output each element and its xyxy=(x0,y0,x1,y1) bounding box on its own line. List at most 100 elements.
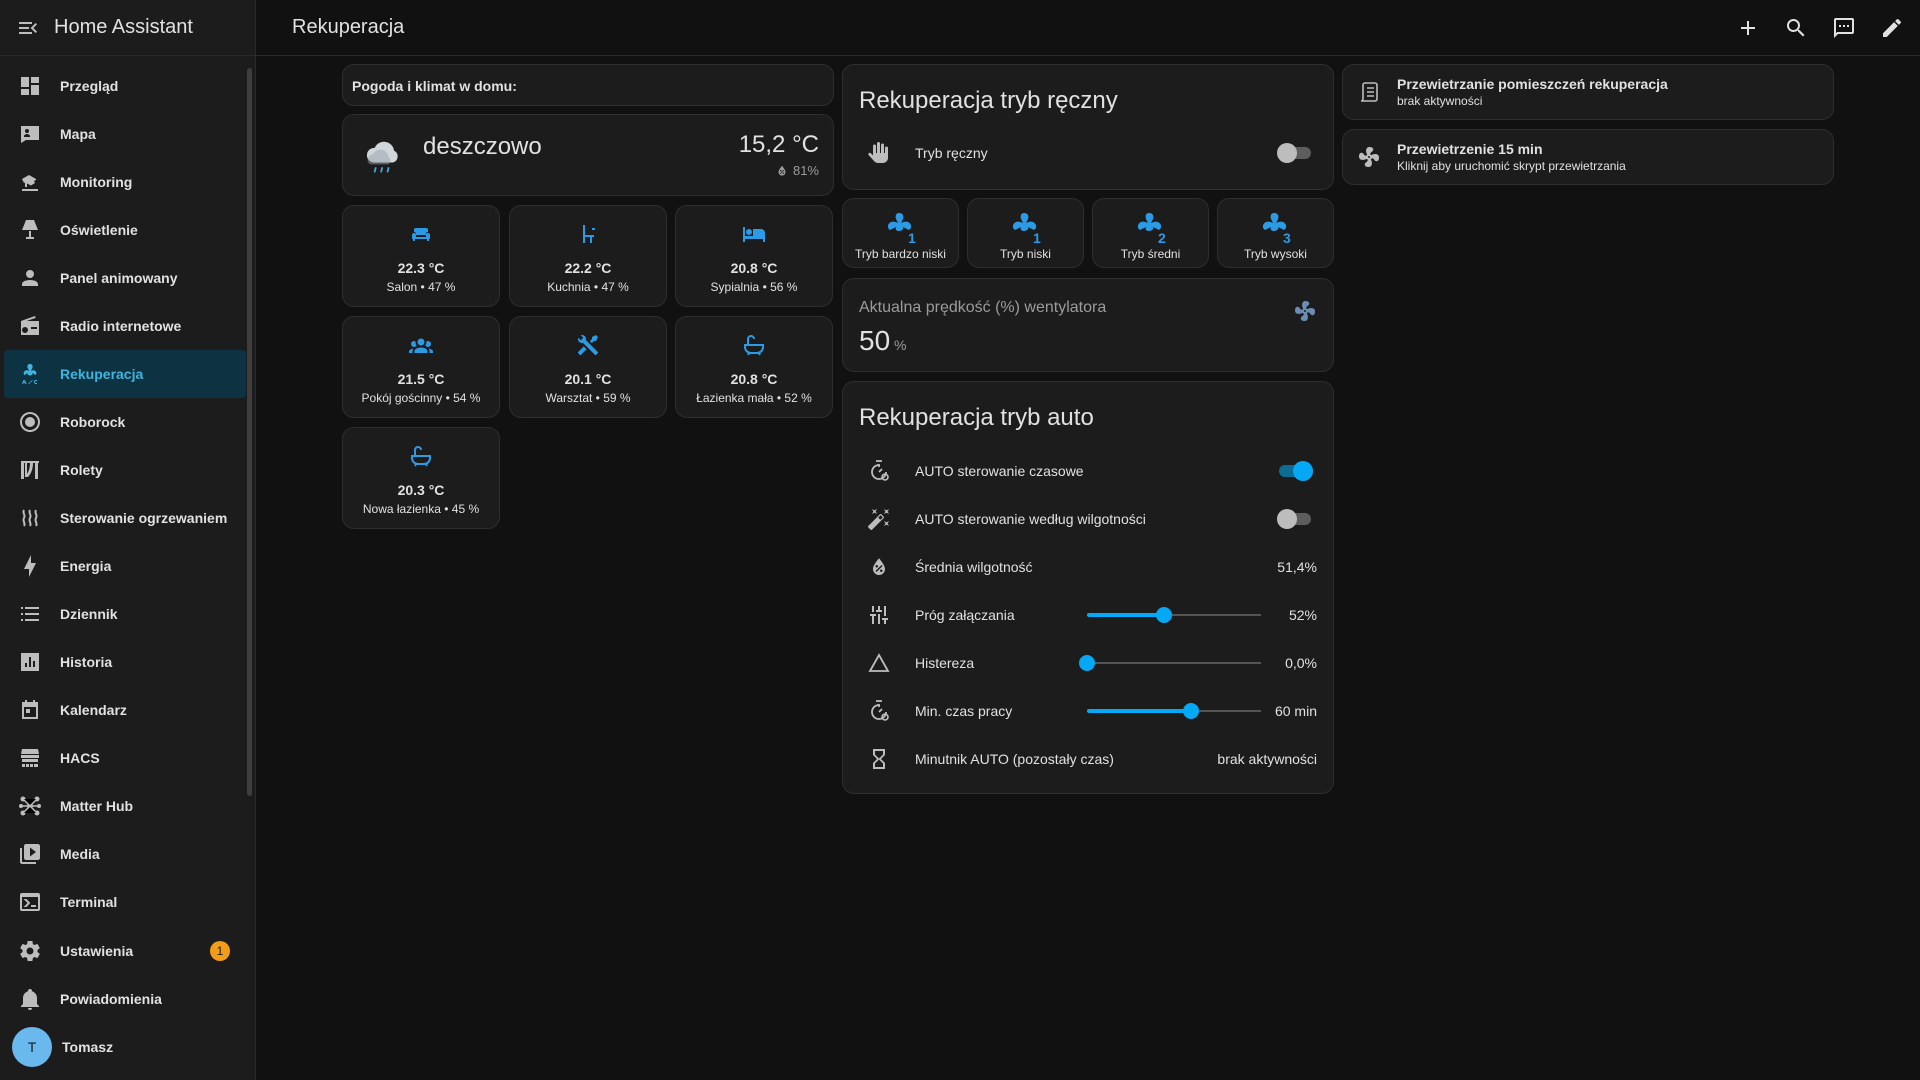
sidebar-item-przeglad[interactable]: Przegląd xyxy=(4,62,246,110)
sidebar-item-label: Oświetlenie xyxy=(60,222,138,238)
map-icon xyxy=(21,126,39,143)
auto-humidity-toggle[interactable] xyxy=(1277,509,1313,529)
sidebar-item-kalendarz[interactable]: Kalendarz xyxy=(4,686,246,734)
water-percent-icon xyxy=(778,165,786,176)
sidebar-item-dziennik[interactable]: Dziennik xyxy=(4,590,246,638)
room-temperature: 20.3 °C xyxy=(397,482,445,498)
threshold-value: 52% xyxy=(1288,607,1317,623)
sidebar-item-ogrzewanie[interactable]: Sterowanie ogrzewaniem xyxy=(4,494,246,542)
room-temperature: 20.8 °C xyxy=(730,371,778,387)
room-temperature: 20.8 °C xyxy=(730,260,778,276)
room-card-lazienka-mala[interactable]: 20.8 °C Łazienka mała • 52 % xyxy=(675,316,833,418)
sidebar-scrollbar[interactable] xyxy=(247,68,252,796)
sidebar-item-label: Radio internetowe xyxy=(60,318,182,334)
room-card-warsztat[interactable]: 20.1 °C Warsztat • 59 % xyxy=(509,316,667,418)
fan-speed-unit: % xyxy=(894,337,907,353)
sidebar-item-radio[interactable]: Radio internetowe xyxy=(4,302,246,350)
sidebar-item-rekuperacja[interactable]: Rekuperacja xyxy=(4,350,246,398)
sidebar-item-panel-animowany[interactable]: Panel animowany xyxy=(4,254,246,302)
mode-very-low-button[interactable]: 1 Tryb bardzo niski xyxy=(842,198,959,268)
sidebar-item-mapa[interactable]: Mapa xyxy=(4,110,246,158)
terminal-icon xyxy=(20,893,40,911)
plus-icon[interactable] xyxy=(1736,16,1760,40)
script-list-icon xyxy=(1360,82,1378,102)
auto-time-label: AUTO sterowanie czasowe xyxy=(915,463,1084,479)
sidebar-item-energia[interactable]: Energia xyxy=(4,542,246,590)
fan-speed-value: 50 xyxy=(859,325,891,356)
sidebar-item-label: Rekuperacja xyxy=(60,366,144,382)
sidebar: Home Assistant Przegląd Mapa Monitoring … xyxy=(0,0,256,1080)
room-label: Salon • 47 % xyxy=(386,280,456,294)
avg-humidity-row[interactable]: Średnia wilgotność 51,4% xyxy=(859,547,1317,587)
sidebar-item-label: Tomasz xyxy=(62,1039,114,1055)
room-card-sypialnia[interactable]: 20.8 °C Sypialnia • 56 % xyxy=(675,205,833,307)
lamp-icon xyxy=(22,220,38,239)
weather-humidity: 81% xyxy=(792,163,819,178)
sidebar-item-rolety[interactable]: Rolety xyxy=(4,446,246,494)
room-label: Sypialnia • 56 % xyxy=(710,280,798,294)
auto-humidity-row: AUTO sterowanie według wilgotności xyxy=(859,499,1317,539)
timer-row[interactable]: Minutnik AUTO (pozostały czas) brak akty… xyxy=(859,739,1317,779)
room-card-salon[interactable]: 22.3 °C Salon • 47 % xyxy=(342,205,500,307)
weather-header: Pogoda i klimat w domu: xyxy=(352,78,517,94)
min-time-slider[interactable] xyxy=(1087,701,1261,721)
room-card-kuchnia[interactable]: 22.2 °C Kuchnia • 47 % xyxy=(509,205,667,307)
menu-open-icon[interactable] xyxy=(16,16,40,40)
sidebar-item-historia[interactable]: Historia xyxy=(4,638,246,686)
mode-low-button[interactable]: 1 Tryb niski xyxy=(967,198,1084,268)
sidebar-item-ustawienia[interactable]: Ustawienia 1 xyxy=(4,927,246,975)
threshold-slider[interactable] xyxy=(1087,605,1261,625)
manual-mode-toggle[interactable] xyxy=(1277,143,1313,163)
pencil-icon[interactable] xyxy=(1880,16,1904,40)
script-card-ventilation[interactable]: Przewietrzanie pomieszczeń rekuperacja b… xyxy=(1342,64,1834,120)
triangle-outline-icon xyxy=(868,653,890,672)
auto-time-toggle[interactable] xyxy=(1277,461,1313,481)
auto-mode-card: Rekuperacja tryb auto AUTO sterowanie cz… xyxy=(842,381,1334,794)
sidebar-item-matter-hub[interactable]: Matter Hub xyxy=(4,782,246,830)
hub-icon xyxy=(19,796,41,816)
sidebar-item-media[interactable]: Media xyxy=(4,830,246,878)
script-title: Przewietrzanie pomieszczeń rekuperacja xyxy=(1397,76,1668,92)
chart-box-icon xyxy=(21,653,39,671)
sidebar-item-label: Media xyxy=(60,846,100,862)
mode-number: 3 xyxy=(1283,230,1291,245)
sidebar-bottom: Ustawienia 1 Powiadomienia T Tomasz xyxy=(0,927,256,1071)
room-card-pokoj-goscinny[interactable]: 21.5 °C Pokój gościnny • 54 % xyxy=(342,316,500,418)
script-card-15min[interactable]: Przewietrzenie 15 min Kliknij aby urucho… xyxy=(1342,129,1834,185)
hysteresis-row: Histereza 0,0% xyxy=(859,643,1317,683)
weather-card[interactable]: deszczowo 15,2 °C 81% xyxy=(342,114,834,196)
sidebar-item-label: Przegląd xyxy=(60,78,119,94)
room-card-nowa-lazienka[interactable]: 20.3 °C Nowa łazienka • 45 % xyxy=(342,427,500,529)
sidebar-item-user[interactable]: T Tomasz xyxy=(4,1023,246,1071)
fan-speed-card[interactable]: Aktualna prędkość (%) wentylatora 50 % xyxy=(842,278,1334,372)
script-status: Kliknij aby uruchomić skrypt przewietrza… xyxy=(1397,159,1626,173)
search-icon[interactable] xyxy=(1784,16,1808,40)
sidebar-item-oswietlenie[interactable]: Oświetlenie xyxy=(4,206,246,254)
sidebar-item-label: HACS xyxy=(60,750,100,766)
sidebar-item-label: Matter Hub xyxy=(60,798,134,814)
mode-medium-button[interactable]: 2 Tryb średni xyxy=(1092,198,1209,268)
min-time-value: 60 min xyxy=(1274,703,1317,719)
mode-number: 2 xyxy=(1158,230,1166,245)
sidebar-item-label: Dziennik xyxy=(60,606,118,622)
mode-high-button[interactable]: 3 Tryb wysoki xyxy=(1217,198,1334,268)
sidebar-item-monitoring[interactable]: Monitoring xyxy=(4,158,246,206)
min-time-label: Min. czas pracy xyxy=(915,703,1013,719)
sidebar-item-terminal[interactable]: Terminal xyxy=(4,878,246,926)
sidebar-item-powiadomienia[interactable]: Powiadomienia xyxy=(4,975,246,1023)
hand-icon xyxy=(868,142,888,163)
script-text: Przewietrzanie pomieszczeń rekuperacja b… xyxy=(1397,76,1668,108)
sofa-icon xyxy=(412,228,430,241)
sidebar-item-label: Sterowanie ogrzewaniem xyxy=(60,510,228,526)
sidebar-item-roborock[interactable]: Roborock xyxy=(4,398,246,446)
script-title: Przewietrzenie 15 min xyxy=(1397,141,1543,157)
manual-mode-label: Tryb ręczny xyxy=(915,145,988,161)
hysteresis-slider[interactable] xyxy=(1079,653,1261,673)
fan-speed-1-icon: 1 xyxy=(887,213,916,245)
heat-wave-icon xyxy=(22,509,38,527)
sidebar-item-hacs[interactable]: HACS xyxy=(4,734,246,782)
room-temperature: 20.1 °C xyxy=(564,371,612,387)
tools-icon xyxy=(577,335,599,356)
assist-chat-icon[interactable] xyxy=(1832,16,1856,40)
weather-rainy-icon xyxy=(366,141,398,173)
